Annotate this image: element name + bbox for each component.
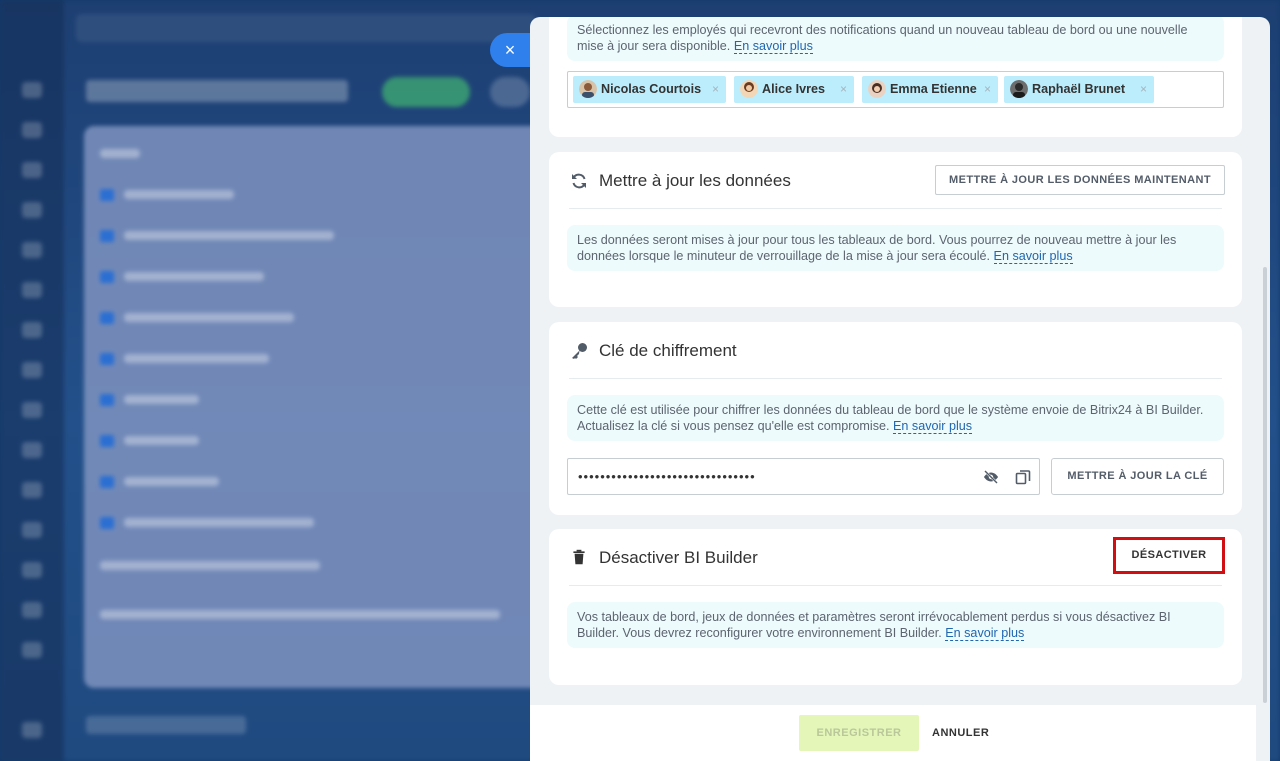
encryption-key-value: •••••••••••••••••••••••••••••••• [578, 469, 756, 484]
remove-recipient-icon[interactable]: × [1140, 76, 1147, 103]
update-data-learn-more-link[interactable]: En savoir plus [993, 249, 1073, 264]
encryption-key-header: Clé de chiffrement [569, 322, 1222, 379]
remove-recipient-icon[interactable]: × [840, 76, 847, 103]
encryption-key-card: Clé de chiffrement Cette clé est utilisé… [549, 322, 1242, 515]
remove-recipient-icon[interactable]: × [712, 76, 719, 103]
deactivate-title: Désactiver BI Builder [599, 548, 758, 567]
update-key-button[interactable]: METTRE À JOUR LA CLÉ [1051, 458, 1224, 495]
left-nav-rail [0, 0, 64, 761]
encryption-key-title: Clé de chiffrement [599, 341, 737, 360]
copy-icon[interactable] [1015, 469, 1031, 485]
recipient-tag: Raphaël Brunet × [1004, 76, 1154, 103]
key-icon [572, 343, 587, 359]
notifications-learn-more-link[interactable]: En savoir plus [733, 39, 813, 54]
recipient-name: Alice Ivres [762, 82, 826, 96]
refresh-icon [572, 173, 586, 189]
eye-slash-icon[interactable] [983, 469, 999, 485]
avatar [579, 80, 597, 98]
deactivate-description: Vos tableaux de bord, jeux de données et… [577, 610, 1171, 640]
encryption-key-description: Cette clé est utilisée pour chiffrer les… [577, 403, 1204, 433]
update-data-now-button[interactable]: METTRE À JOUR LES DONNÉES MAINTENANT [935, 165, 1225, 195]
deactivate-button[interactable]: DÉSACTIVER [1116, 540, 1222, 570]
trash-icon [573, 549, 585, 565]
recipient-name: Nicolas Courtois [601, 82, 702, 96]
slider-footer: ENREGISTRER ANNULER [530, 705, 1256, 761]
update-data-info: Les données seront mises à jour pour tou… [567, 225, 1224, 271]
notifications-card: Sélectionnez les employés qui recevront … [549, 17, 1242, 137]
save-button[interactable]: ENREGISTRER [799, 715, 919, 751]
avatar [868, 80, 886, 98]
avatar [740, 80, 758, 98]
bi-builder-settings-panel: Sélectionnez les employés qui recevront … [530, 17, 1270, 761]
notifications-info: Sélectionnez les employés qui recevront … [567, 17, 1224, 61]
close-slider-button[interactable]: × [490, 33, 530, 67]
update-data-title: Mettre à jour les données [599, 171, 791, 190]
notifications-description: Sélectionnez les employés qui recevront … [577, 23, 1188, 53]
update-data-card: Mettre à jour les données METTRE À JOUR … [549, 152, 1242, 307]
close-icon: × [504, 40, 516, 60]
encryption-key-learn-more-link[interactable]: En savoir plus [893, 419, 973, 434]
remove-recipient-icon[interactable]: × [984, 76, 991, 103]
encryption-key-info: Cette clé est utilisée pour chiffrer les… [567, 395, 1224, 441]
avatar [1010, 80, 1028, 98]
recipients-field[interactable]: Nicolas Courtois × Alice Ivres × Emma Et… [567, 71, 1224, 108]
encryption-key-field[interactable]: •••••••••••••••••••••••••••••••• [567, 458, 1040, 495]
update-data-description: Les données seront mises à jour pour tou… [577, 233, 1177, 263]
recipient-tag: Emma Etienne × [862, 76, 998, 103]
deactivate-learn-more-link[interactable]: En savoir plus [945, 626, 1025, 641]
update-data-header: Mettre à jour les données METTRE À JOUR … [569, 152, 1225, 209]
recipient-tag: Nicolas Courtois × [573, 76, 726, 103]
recipient-name: Raphaël Brunet [1032, 82, 1126, 96]
deactivate-card: Désactiver BI Builder DÉSACTIVER Vos tab… [549, 529, 1242, 685]
recipient-tag: Alice Ivres × [734, 76, 854, 103]
scrollbar[interactable] [1263, 267, 1267, 703]
cancel-button[interactable]: ANNULER [932, 715, 989, 751]
deactivate-info: Vos tableaux de bord, jeux de données et… [567, 602, 1224, 648]
recipient-name: Emma Etienne [890, 82, 977, 96]
